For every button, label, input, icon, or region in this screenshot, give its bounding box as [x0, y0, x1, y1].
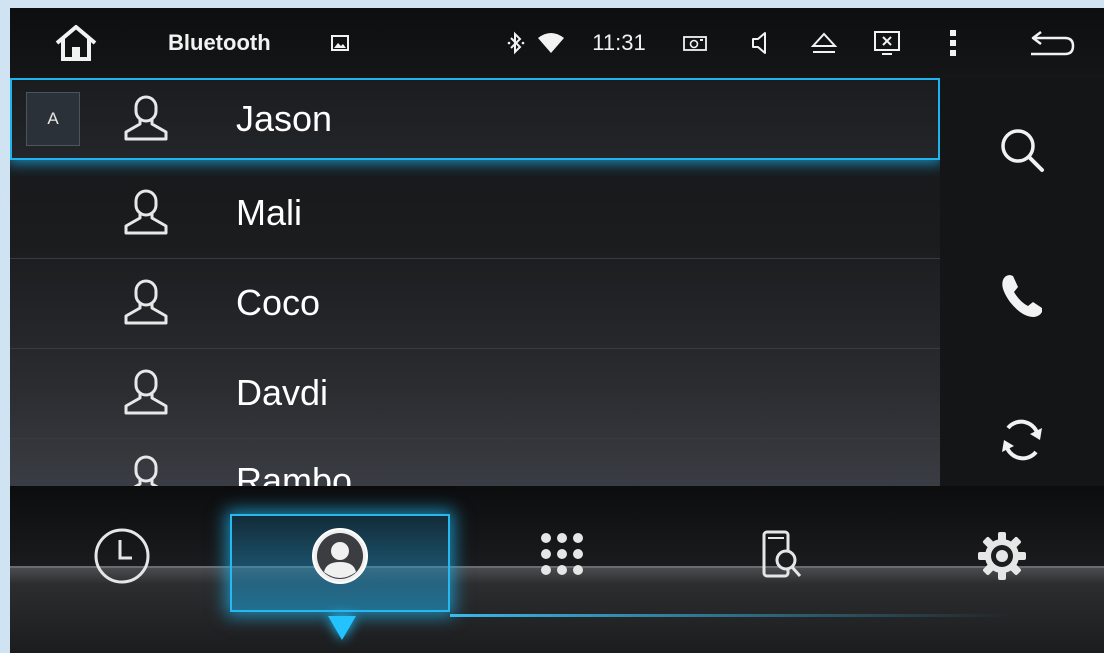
person-icon: [124, 279, 168, 325]
status-bar: Bluetooth 11:31: [10, 8, 1104, 78]
contact-name: Mali: [236, 192, 303, 233]
clock: 11:31: [592, 30, 646, 55]
back-icon[interactable]: [1022, 8, 1082, 78]
eject-icon[interactable]: [806, 8, 842, 78]
contact-name: Rambo: [236, 460, 353, 488]
glow-line: [450, 614, 1010, 617]
contact-name: Davdi: [236, 372, 329, 413]
person-icon: [129, 455, 163, 488]
screenshot-icon[interactable]: [680, 8, 710, 78]
sync-icon[interactable]: [990, 408, 1054, 472]
search-icon[interactable]: [990, 118, 1054, 182]
device-search-icon[interactable]: [742, 516, 822, 596]
contact-row[interactable]: Mali: [10, 168, 940, 259]
contact-row[interactable]: Davdi: [10, 348, 940, 439]
bottom-nav: [10, 486, 1104, 653]
app-title: Bluetooth: [168, 30, 271, 55]
side-actions: [940, 78, 1104, 488]
dialpad-icon[interactable]: [522, 516, 602, 596]
contact-name: Jason: [236, 98, 333, 139]
wifi-icon: [536, 8, 566, 78]
contacts-icon[interactable]: [300, 516, 380, 596]
more-icon[interactable]: [940, 8, 966, 78]
contact-name: Coco: [236, 282, 321, 323]
contact-row[interactable]: A Jason: [10, 78, 940, 160]
contact-row[interactable]: Rambo: [10, 438, 940, 488]
contact-list: A Jason Mali Coco Davdi Rambo: [10, 78, 940, 488]
call-icon[interactable]: [990, 264, 1054, 328]
person-icon: [124, 369, 168, 415]
active-pointer: [328, 616, 356, 640]
index-letter[interactable]: A: [26, 92, 80, 146]
image-icon: [328, 8, 352, 78]
call-history-icon[interactable]: [82, 516, 162, 596]
person-icon: [124, 189, 168, 235]
volume-icon[interactable]: [746, 8, 776, 78]
settings-icon[interactable]: [962, 516, 1042, 596]
bluetooth-icon: [505, 8, 527, 78]
close-window-icon[interactable]: [870, 8, 904, 78]
person-icon: [124, 95, 168, 141]
contact-row[interactable]: Coco: [10, 258, 940, 349]
home-icon[interactable]: [46, 8, 106, 78]
bluetooth-screen: Bluetooth 11:31 A Jason Mali Coco Davdi …: [10, 8, 1104, 653]
